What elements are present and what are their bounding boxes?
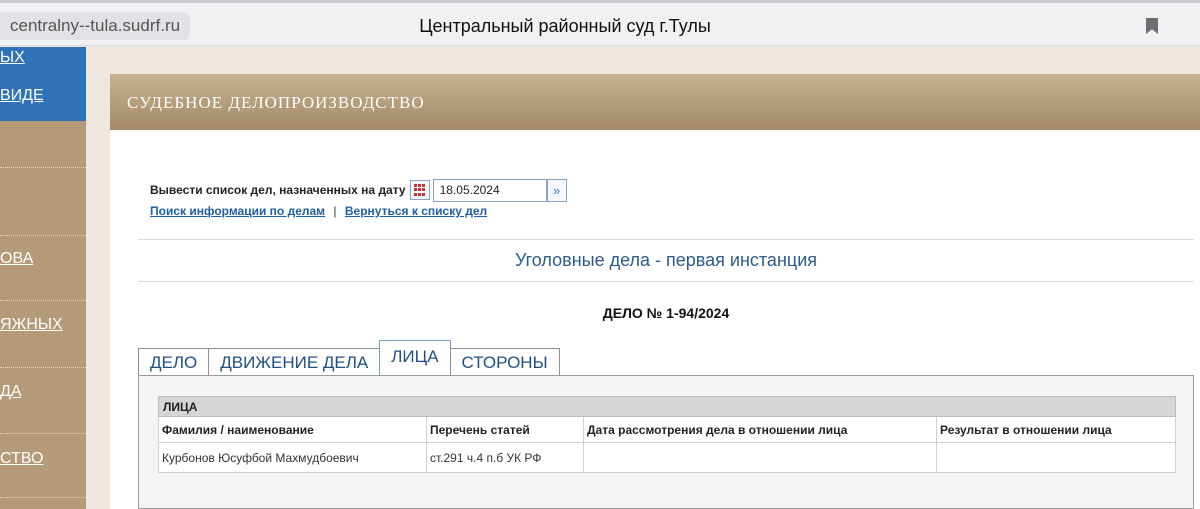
tab-case[interactable]: ДЕЛО — [138, 348, 210, 376]
table-cell — [936, 442, 1176, 473]
sidebar-divider — [0, 235, 86, 236]
sidebar-divider — [0, 497, 86, 498]
tab-persons[interactable]: ЛИЦА — [379, 340, 451, 376]
browser-bar: centralny--tula.sudrf.ru Центральный рай… — [0, 0, 1200, 46]
sidebar-item-2[interactable]: ВИДЕ — [0, 87, 86, 105]
column-header: Дата рассмотрения дела в отношении лица — [583, 416, 937, 443]
sidebar-item-6[interactable]: СТВО — [0, 450, 86, 468]
table-cell: Курбонов Юсуфбой Махмудбоевич — [158, 442, 427, 473]
sidebar-item-1[interactable]: ЫХ — [0, 49, 86, 67]
column-header: Фамилия / наименование — [158, 416, 427, 443]
page-title: Центральный районный суд г.Тулы — [419, 16, 711, 36]
address-bar[interactable]: centralny--tula.sudrf.ru — [0, 12, 191, 40]
sidebar-divider — [0, 367, 86, 368]
section-banner: СУДЕБНОЕ ДЕЛОПРОИЗВОДСТВО — [110, 74, 1200, 130]
links-row: Поиск информации по делам | Вернуться к … — [150, 204, 487, 218]
tab-case-movement[interactable]: ДВИЖЕНИЕ ДЕЛА — [208, 348, 381, 376]
sidebar-item-4[interactable]: ЯЖНЫХ — [0, 316, 86, 334]
sidebar-divider — [0, 300, 86, 301]
sidebar-divider — [0, 433, 86, 434]
date-filter-label: Вывести список дел, назначенных на дату — [150, 183, 406, 197]
sidebar-item-5[interactable]: ДА — [0, 383, 86, 401]
table-caption: ЛИЦА — [158, 396, 1176, 417]
back-to-list-link[interactable]: Вернуться к списку дел — [345, 204, 487, 218]
main-content: СУДЕБНОЕ ДЕЛОПРОИЗВОДСТВО Вывести список… — [110, 74, 1200, 509]
bookmark-icon[interactable] — [1146, 18, 1158, 34]
table-cell — [583, 442, 937, 473]
double-chevron-right-icon[interactable]: » — [546, 178, 567, 202]
tab-parties[interactable]: СТОРОНЫ — [449, 348, 560, 376]
sidebar-item-3[interactable]: ОВА — [0, 250, 86, 268]
date-filter: Вывести список дел, назначенных на дату … — [150, 178, 567, 202]
persons-table: ЛИЦА Фамилия / наименование Перечень ста… — [158, 396, 1176, 473]
case-number: ДЕЛО № 1-94/2024 — [602, 305, 730, 321]
search-cases-link[interactable]: Поиск информации по делам — [150, 204, 325, 218]
browser-top-edge — [0, 0, 1200, 3]
table-cell: ст.291 ч.4 п.б УК РФ — [426, 442, 584, 473]
sidebar-divider — [0, 167, 86, 168]
tab-panel: ЛИЦА Фамилия / наименование Перечень ста… — [138, 375, 1194, 509]
tab-bar: ДЕЛО ДВИЖЕНИЕ ДЕЛА ЛИЦА СТОРОНЫ — [138, 340, 560, 376]
column-header: Перечень статей — [426, 416, 584, 443]
link-separator: | — [333, 204, 337, 218]
column-header: Результат в отношении лица — [936, 416, 1176, 443]
divider — [138, 239, 1194, 240]
section-title: Уголовные дела - первая инстанция — [515, 250, 817, 270]
banner-title: СУДЕБНОЕ ДЕЛОПРОИЗВОДСТВО — [127, 93, 425, 112]
table-row: Курбонов Юсуфбой Махмудбоевич ст.291 ч.4… — [158, 442, 1176, 473]
calendar-icon[interactable] — [409, 180, 430, 200]
sidebar: ЫХ ВИДЕ ОВА ЯЖНЫХ ДА СТВО — [0, 47, 86, 509]
divider — [138, 281, 1194, 282]
date-input[interactable] — [432, 178, 547, 202]
